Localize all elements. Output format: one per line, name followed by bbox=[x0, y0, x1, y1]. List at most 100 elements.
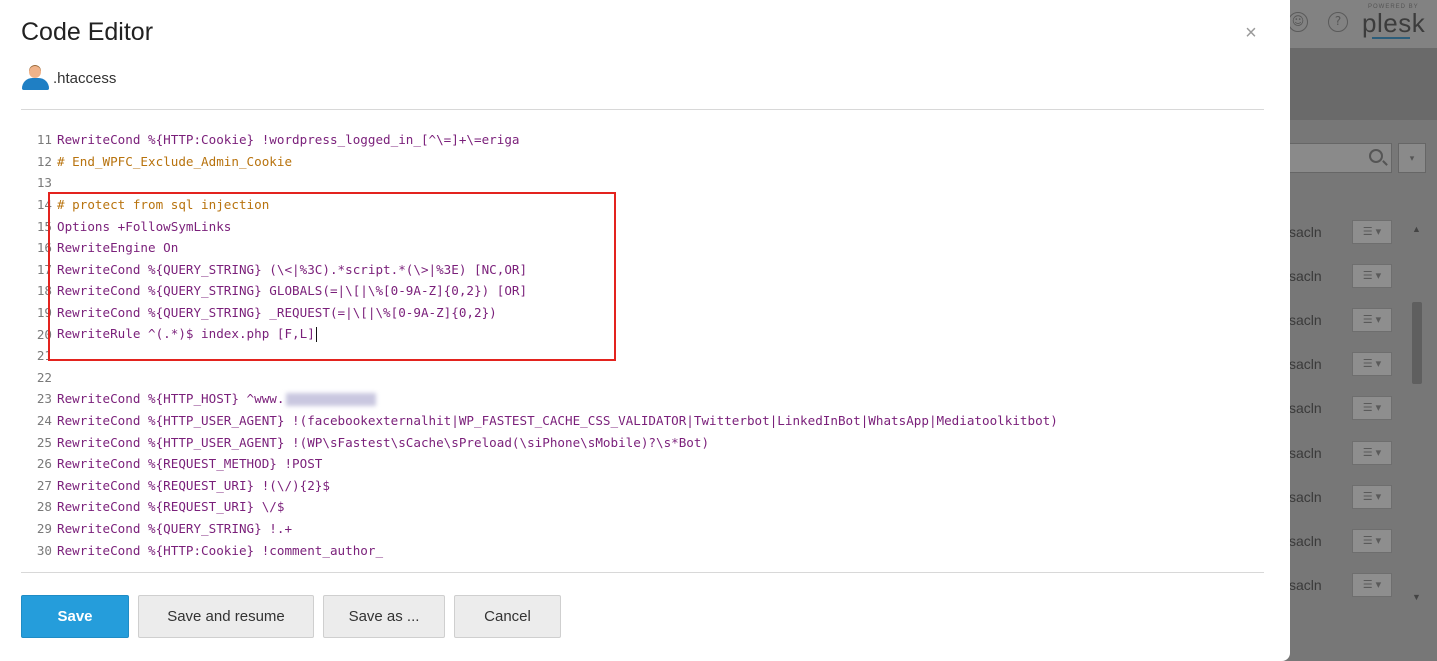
save-and-resume-button[interactable]: Save and resume bbox=[138, 595, 314, 638]
code-text[interactable]: RewriteCond %{HTTP:Cookie} !comment_auth… bbox=[57, 543, 383, 558]
search-options-button[interactable]: ▾ bbox=[1398, 143, 1426, 173]
page-scrollbar[interactable]: ▲ ▼ bbox=[1408, 220, 1426, 610]
code-line[interactable]: 30 RewriteCond %{HTTP:Cookie} !comment_au… bbox=[21, 539, 1246, 559]
code-area[interactable]: 11 RewriteCond %{HTTP:Cookie} !wordpress_… bbox=[21, 129, 1246, 559]
row-label[interactable]: sacln bbox=[1289, 533, 1322, 549]
code-line[interactable]: 20 RewriteRule ^(.*)$ index.php [F,L] bbox=[21, 323, 1246, 345]
line-number: 12 bbox=[36, 153, 52, 169]
line-number: 25 bbox=[36, 434, 52, 450]
plesk-logo: plesk bbox=[1362, 8, 1426, 38]
line-number: 24 bbox=[36, 413, 52, 429]
row-menu-button[interactable]: ☰ ▾ bbox=[1352, 264, 1392, 288]
row-label[interactable]: sacln bbox=[1289, 312, 1322, 328]
divider bbox=[21, 572, 1264, 573]
row-menu-button[interactable]: ☰ ▾ bbox=[1352, 485, 1392, 509]
cancel-button[interactable]: Cancel bbox=[454, 595, 561, 638]
row-label[interactable]: sacln bbox=[1289, 577, 1322, 593]
line-number: 17 bbox=[36, 261, 52, 277]
code-text[interactable]: # protect from sql injection bbox=[57, 197, 269, 212]
save-button[interactable]: Save bbox=[21, 595, 129, 638]
code-text[interactable]: RewriteCond %{QUERY_STRING} GLOBALS(=|\[… bbox=[57, 283, 527, 298]
row-menu-button[interactable]: ☰ ▾ bbox=[1352, 441, 1392, 465]
user-menu-icon[interactable]: ☺ bbox=[1288, 12, 1308, 32]
dialog-title: Code Editor bbox=[21, 18, 154, 46]
line-number: 14 bbox=[36, 197, 52, 213]
code-line[interactable]: 23 RewriteCond %{HTTP_HOST} ^www. bbox=[21, 388, 1246, 410]
file-path: .htaccess bbox=[21, 65, 117, 90]
row-menu-button[interactable]: ☰ ▾ bbox=[1352, 573, 1392, 597]
file-name: .htaccess bbox=[53, 69, 117, 87]
scroll-down-arrow-icon[interactable]: ▼ bbox=[1412, 592, 1421, 602]
row-menu-button[interactable]: ☰ ▾ bbox=[1352, 220, 1392, 244]
row-label[interactable]: sacln bbox=[1289, 400, 1322, 416]
code-text[interactable]: RewriteCond %{REQUEST_METHOD} !POST bbox=[57, 456, 322, 471]
code-text[interactable]: RewriteCond %{REQUEST_URI} \/$ bbox=[57, 499, 284, 514]
code-line[interactable]: 19 RewriteCond %{QUERY_STRING} _REQUEST(=… bbox=[21, 302, 1246, 324]
code-editor-dialog: Code Editor × .htaccess 11 RewriteCond %{… bbox=[0, 0, 1290, 661]
code-line[interactable]: 13 bbox=[21, 172, 1246, 194]
line-number: 29 bbox=[36, 520, 52, 536]
code-line[interactable]: 15 Options +FollowSymLinks bbox=[21, 215, 1246, 237]
code-text[interactable]: RewriteCond %{REQUEST_URI} !(\/){2}$ bbox=[57, 478, 330, 493]
row-menu-button[interactable]: ☰ ▾ bbox=[1352, 352, 1392, 376]
code-line[interactable]: 16 RewriteEngine On bbox=[21, 237, 1246, 259]
logo-underline bbox=[1372, 37, 1410, 39]
row-menu-button[interactable]: ☰ ▾ bbox=[1352, 396, 1392, 420]
code-line[interactable]: 28 RewriteCond %{REQUEST_URI} \/$ bbox=[21, 496, 1246, 518]
help-icon[interactable]: ? bbox=[1328, 12, 1348, 32]
row-label[interactable]: sacln bbox=[1289, 445, 1322, 461]
code-line[interactable]: 11 RewriteCond %{HTTP:Cookie} !wordpress_… bbox=[21, 129, 1246, 151]
row-menu-button[interactable]: ☰ ▾ bbox=[1352, 529, 1392, 553]
code-line[interactable]: 12 # End_WPFC_Exclude_Admin_Cookie bbox=[21, 151, 1246, 173]
code-text[interactable]: # End_WPFC_Exclude_Admin_Cookie bbox=[57, 154, 292, 169]
code-line[interactable]: 22 bbox=[21, 367, 1246, 389]
code-text[interactable]: RewriteCond %{HTTP_HOST} ^www. bbox=[57, 391, 377, 407]
search-icon[interactable] bbox=[1369, 149, 1383, 163]
scrollbar-thumb[interactable] bbox=[1412, 302, 1422, 384]
row-label[interactable]: sacln bbox=[1289, 224, 1322, 240]
code-text[interactable]: RewriteCond %{HTTP_USER_AGENT} !(faceboo… bbox=[57, 413, 1058, 428]
line-number: 30 bbox=[36, 542, 52, 558]
line-number: 20 bbox=[36, 326, 52, 342]
close-icon[interactable]: × bbox=[1242, 22, 1260, 44]
divider bbox=[21, 109, 1264, 110]
text-cursor bbox=[315, 327, 317, 343]
code-line[interactable]: 27 RewriteCond %{REQUEST_URI} !(\/){2}$ bbox=[21, 475, 1246, 497]
code-text[interactable]: Options +FollowSymLinks bbox=[57, 219, 231, 234]
row-label[interactable]: sacln bbox=[1289, 356, 1322, 372]
line-number: 21 bbox=[36, 348, 52, 364]
code-line[interactable]: 26 RewriteCond %{REQUEST_METHOD} !POST bbox=[21, 453, 1246, 475]
scroll-up-arrow-icon[interactable]: ▲ bbox=[1412, 224, 1421, 234]
line-number: 15 bbox=[36, 218, 52, 234]
line-number: 16 bbox=[36, 240, 52, 256]
code-line[interactable]: 18 RewriteCond %{QUERY_STRING} GLOBALS(=|… bbox=[21, 280, 1246, 302]
line-number: 26 bbox=[36, 456, 52, 472]
redacted-domain bbox=[286, 393, 377, 407]
code-text[interactable]: RewriteEngine On bbox=[57, 240, 178, 255]
user-icon bbox=[21, 65, 51, 90]
code-text[interactable]: RewriteCond %{HTTP_USER_AGENT} !(WP\sFas… bbox=[57, 435, 709, 450]
code-line[interactable]: 24 RewriteCond %{HTTP_USER_AGENT} !(faceb… bbox=[21, 410, 1246, 432]
code-line[interactable]: 14 # protect from sql injection bbox=[21, 194, 1246, 216]
line-number: 19 bbox=[36, 305, 52, 321]
code-line[interactable]: 25 RewriteCond %{HTTP_USER_AGENT} !(WP\sF… bbox=[21, 431, 1246, 453]
line-number: 11 bbox=[36, 132, 52, 148]
code-line[interactable]: 29 RewriteCond %{QUERY_STRING} !.+ bbox=[21, 518, 1246, 540]
line-number: 27 bbox=[36, 477, 52, 493]
row-menu-button[interactable]: ☰ ▾ bbox=[1352, 308, 1392, 332]
line-number: 28 bbox=[36, 499, 52, 515]
row-label[interactable]: sacln bbox=[1289, 489, 1322, 505]
code-text[interactable]: RewriteCond %{QUERY_STRING} _REQUEST(=|\… bbox=[57, 305, 497, 320]
line-number: 22 bbox=[36, 369, 52, 385]
code-text[interactable]: RewriteCond %{HTTP:Cookie} !wordpress_lo… bbox=[57, 132, 520, 147]
code-line[interactable]: 17 RewriteCond %{QUERY_STRING} (\<|%3C).*… bbox=[21, 259, 1246, 281]
line-number: 18 bbox=[36, 283, 52, 299]
save-as-button[interactable]: Save as ... bbox=[323, 595, 445, 638]
code-text[interactable]: RewriteRule ^(.*)$ index.php [F,L] bbox=[57, 326, 317, 343]
code-text[interactable]: RewriteCond %{QUERY_STRING} !.+ bbox=[57, 521, 292, 536]
code-text[interactable]: RewriteCond %{QUERY_STRING} (\<|%3C).*sc… bbox=[57, 262, 527, 277]
line-number: 23 bbox=[36, 391, 52, 407]
code-editor[interactable]: 11 RewriteCond %{HTTP:Cookie} !wordpress_… bbox=[21, 129, 1266, 559]
row-label[interactable]: sacln bbox=[1289, 268, 1322, 284]
code-line[interactable]: 21 bbox=[21, 345, 1246, 367]
